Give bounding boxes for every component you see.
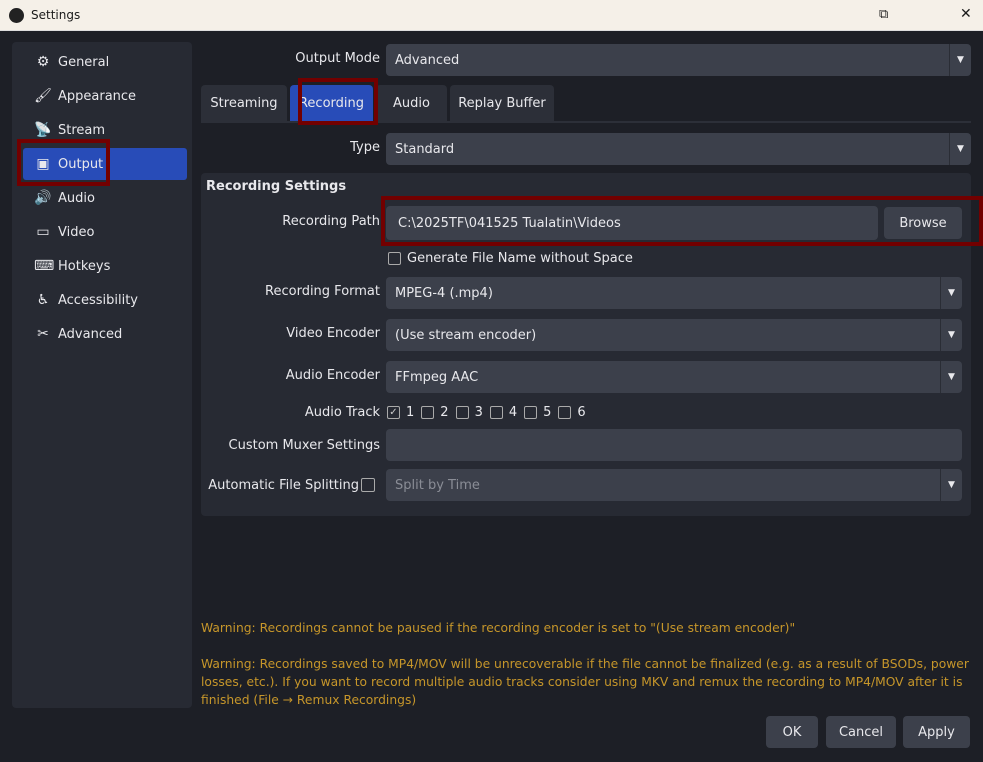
- split-value: Split by Time: [395, 477, 480, 493]
- recording-path-label: Recording Path: [282, 214, 380, 229]
- audio-track-number: 6: [577, 405, 586, 420]
- audio-track-checkbox[interactable]: ✓: [387, 406, 400, 419]
- sidebar-item-label: Appearance: [58, 88, 137, 104]
- cancel-button[interactable]: Cancel: [826, 716, 896, 748]
- audio-encoder-select[interactable]: FFmpeg AAC ▼: [386, 361, 962, 393]
- sidebar-item-label: Output: [58, 156, 104, 172]
- audio-track-5[interactable]: 5: [524, 405, 551, 420]
- sidebar-item-label: General: [58, 54, 110, 70]
- split-checkbox[interactable]: [361, 478, 375, 492]
- tab-audio[interactable]: Audio: [376, 85, 447, 121]
- recording-path-value: C:\2025TF\041525 Tualatin\Videos: [398, 215, 621, 231]
- sidebar-item-label: Video: [58, 224, 95, 240]
- monitor-icon: ▭: [36, 224, 50, 240]
- ok-button[interactable]: OK: [766, 716, 818, 748]
- video-encoder-value: (Use stream encoder): [395, 327, 537, 343]
- sidebar-item-video[interactable]: ▭ Video: [23, 216, 187, 248]
- audio-track-number: 4: [508, 405, 518, 420]
- tab-replay-buffer[interactable]: Replay Buffer: [450, 85, 554, 121]
- output-mode-label: Output Mode: [295, 51, 380, 66]
- sidebar-item-hotkeys[interactable]: ⌨ Hotkeys: [23, 250, 187, 282]
- title-bar: Settings ⧉ ✕: [0, 0, 983, 31]
- speaker-icon: 🔊: [34, 190, 52, 206]
- sidebar-item-stream[interactable]: 📡 Stream: [23, 114, 187, 146]
- audio-track-checkbox[interactable]: [421, 406, 435, 419]
- sidebar-item-accessibility[interactable]: ♿ Accessibility: [23, 284, 187, 316]
- sidebar-item-label: Accessibility: [58, 292, 138, 308]
- antenna-icon: 📡: [34, 122, 52, 138]
- audio-track-3[interactable]: 3: [455, 405, 483, 420]
- restore-icon[interactable]: ⧉: [879, 7, 888, 22]
- output-mode-select[interactable]: Advanced ▼: [386, 44, 971, 76]
- audio-track-number: 2: [440, 405, 449, 420]
- recording-path-input[interactable]: C:\2025TF\041525 Tualatin\Videos: [386, 206, 878, 240]
- browse-button[interactable]: Browse: [884, 207, 962, 239]
- chevron-down-icon: ▼: [940, 277, 962, 309]
- chevron-down-icon: ▼: [949, 44, 971, 76]
- accessibility-icon: ♿: [36, 292, 50, 308]
- audio-track-number: 1: [406, 405, 415, 420]
- audio-track-label: Audio Track: [304, 405, 380, 420]
- keyboard-icon: ⌨: [34, 258, 55, 274]
- warning-mp4: Warning: Recordings saved to MP4/MOV wil…: [201, 657, 969, 707]
- chevron-down-icon: ▼: [940, 319, 962, 351]
- chevron-down-icon: ▼: [940, 469, 962, 501]
- split-select[interactable]: Split by Time ▼: [386, 469, 962, 501]
- window-title: Settings: [31, 8, 81, 22]
- audio-track-group: ✓ 1 2 3 4 5 6: [387, 405, 586, 420]
- tab-divider: [201, 121, 971, 123]
- tools-icon: ✂: [37, 326, 49, 342]
- sidebar-item-appearance[interactable]: 🖌 Appearance: [23, 80, 187, 112]
- sidebar-item-label: Stream: [58, 122, 106, 138]
- muxer-input[interactable]: [386, 429, 962, 461]
- type-value: Standard: [395, 141, 455, 157]
- recording-format-select[interactable]: MPEG-4 (.mp4) ▼: [386, 277, 962, 309]
- audio-track-6[interactable]: 6: [558, 405, 586, 420]
- audio-encoder-value: FFmpeg AAC: [395, 369, 479, 385]
- section-title: Recording Settings: [206, 179, 347, 194]
- video-encoder-label: Video Encoder: [286, 326, 380, 341]
- audio-track-checkbox[interactable]: [558, 406, 572, 419]
- audio-track-checkbox[interactable]: [489, 406, 503, 419]
- audio-track-number: 3: [474, 405, 483, 420]
- no-space-checkbox[interactable]: [388, 252, 401, 265]
- audio-track-number: 5: [543, 405, 552, 420]
- audio-track-checkbox[interactable]: [524, 406, 538, 419]
- sidebar-item-output[interactable]: ▣ Output: [23, 148, 187, 180]
- audio-track-2[interactable]: 2: [421, 405, 449, 420]
- sidebar-item-label: Advanced: [58, 326, 123, 342]
- type-select[interactable]: Standard ▼: [386, 133, 971, 165]
- chevron-down-icon: ▼: [940, 361, 962, 393]
- split-label: Automatic File Splitting: [208, 478, 359, 493]
- warning-pause: Warning: Recordings cannot be paused if …: [201, 621, 796, 635]
- video-encoder-select[interactable]: (Use stream encoder) ▼: [386, 319, 962, 351]
- gear-icon: ⚙: [36, 54, 50, 70]
- tab-recording[interactable]: Recording: [290, 85, 373, 121]
- type-label: Type: [350, 140, 380, 155]
- audio-track-checkbox[interactable]: [455, 406, 469, 419]
- sidebar-item-audio[interactable]: 🔊 Audio: [23, 182, 187, 214]
- chevron-down-icon: ▼: [949, 133, 971, 165]
- recording-format-value: MPEG-4 (.mp4): [395, 285, 493, 301]
- no-space-label: Generate File Name without Space: [407, 251, 633, 266]
- output-icon: ▣: [36, 156, 50, 172]
- audio-track-1[interactable]: ✓ 1: [387, 405, 414, 420]
- output-mode-value: Advanced: [395, 52, 460, 68]
- apply-button[interactable]: Apply: [903, 716, 970, 748]
- sidebar-item-label: Audio: [58, 190, 95, 206]
- audio-track-4[interactable]: 4: [489, 405, 518, 420]
- sidebar-item-advanced[interactable]: ✂ Advanced: [23, 318, 187, 350]
- close-button[interactable]: ✕: [960, 6, 972, 22]
- sidebar-item-general[interactable]: ⚙ General: [23, 46, 187, 78]
- obs-logo-icon: [9, 8, 24, 23]
- audio-encoder-label: Audio Encoder: [285, 368, 380, 383]
- no-space-checkbox-row[interactable]: Generate File Name without Space: [388, 251, 633, 266]
- muxer-label: Custom Muxer Settings: [228, 438, 380, 453]
- appearance-icon: 🖌: [34, 88, 52, 104]
- tab-streaming[interactable]: Streaming: [201, 85, 287, 121]
- sidebar-item-label: Hotkeys: [58, 258, 111, 274]
- recording-format-label: Recording Format: [265, 284, 380, 299]
